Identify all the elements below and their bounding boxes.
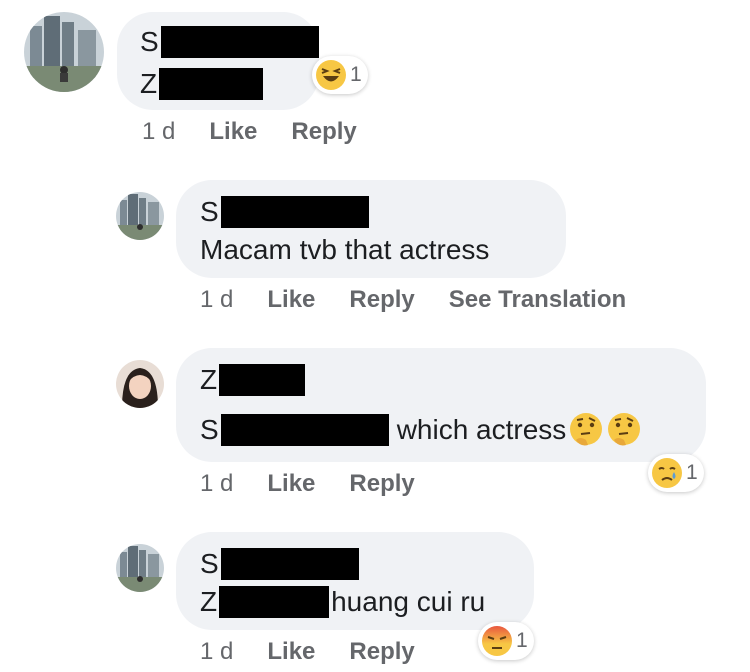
comment-text-suffix: which actress bbox=[396, 414, 567, 445]
reaction-badge[interactable]: 1 bbox=[478, 622, 534, 660]
commenter-avatar[interactable] bbox=[116, 544, 164, 592]
comment-text-content: Macam tvb that actress bbox=[200, 234, 490, 265]
person-photo-avatar-image bbox=[116, 360, 164, 408]
text-initial: S bbox=[200, 414, 219, 445]
comment-time[interactable]: 1 d bbox=[142, 118, 175, 146]
see-translation-button[interactable]: See Translation bbox=[449, 286, 626, 314]
city-photo-avatar-image bbox=[116, 192, 164, 240]
thinking-face-icon bbox=[570, 413, 603, 446]
reaction-count: 1 bbox=[686, 461, 698, 484]
redacted-text bbox=[159, 68, 264, 100]
comment-actions: 1 d Like Reply bbox=[142, 118, 391, 146]
author-initial: Z bbox=[200, 364, 218, 395]
reaction-badge[interactable]: 1 bbox=[312, 56, 368, 94]
like-button[interactable]: Like bbox=[267, 470, 315, 498]
comment-time[interactable]: 1 d bbox=[200, 638, 233, 666]
redacted-name bbox=[219, 364, 306, 396]
comment-actions: 1 d Like Reply See Translation bbox=[200, 286, 660, 314]
comment-text: Zhuang cui ru bbox=[200, 586, 485, 618]
redacted-name bbox=[220, 196, 369, 228]
comment-author[interactable]: Z bbox=[200, 364, 306, 396]
thinking-face-icon bbox=[608, 413, 641, 446]
comment-author[interactable]: S bbox=[140, 26, 319, 58]
city-photo-avatar-image bbox=[116, 544, 164, 592]
text-initial: Z bbox=[140, 68, 158, 99]
reaction-count: 1 bbox=[516, 629, 528, 652]
reply-button[interactable]: Reply bbox=[349, 638, 414, 666]
text-initial: Z bbox=[200, 586, 218, 617]
redacted-text bbox=[219, 586, 330, 618]
reply-button[interactable]: Reply bbox=[349, 470, 414, 498]
laughing-face-icon bbox=[316, 60, 346, 90]
comment-time[interactable]: 1 d bbox=[200, 286, 233, 314]
like-button[interactable]: Like bbox=[209, 118, 257, 146]
redacted-text bbox=[220, 414, 389, 446]
city-photo-avatar-image bbox=[24, 12, 104, 92]
comment-text-suffix: huang cui ru bbox=[331, 586, 486, 617]
author-initial: S bbox=[140, 26, 159, 57]
comment-text: Swhich actress bbox=[200, 412, 642, 448]
like-button[interactable]: Like bbox=[267, 286, 315, 314]
reply-button[interactable]: Reply bbox=[349, 286, 414, 314]
reaction-count: 1 bbox=[350, 63, 362, 86]
comment-text: Z bbox=[140, 68, 264, 100]
comment-time[interactable]: 1 d bbox=[200, 470, 233, 498]
comment-text: Macam tvb that actress bbox=[200, 234, 489, 266]
reaction-badge[interactable]: 1 bbox=[648, 454, 704, 492]
comment-author[interactable]: S bbox=[200, 548, 359, 580]
commenter-avatar[interactable] bbox=[116, 192, 164, 240]
comment-actions: 1 d Like Reply bbox=[200, 638, 449, 666]
angry-face-icon bbox=[482, 626, 512, 656]
reply-button[interactable]: Reply bbox=[291, 118, 356, 146]
comment-actions: 1 d Like Reply bbox=[200, 470, 449, 498]
crying-face-icon bbox=[652, 458, 682, 488]
redacted-name bbox=[220, 548, 359, 580]
author-initial: S bbox=[200, 196, 219, 227]
comment-author[interactable]: S bbox=[200, 196, 369, 228]
commenter-avatar[interactable] bbox=[116, 360, 164, 408]
redacted-name bbox=[160, 26, 319, 58]
author-initial: S bbox=[200, 548, 219, 579]
like-button[interactable]: Like bbox=[267, 638, 315, 666]
commenter-avatar[interactable] bbox=[24, 12, 104, 92]
